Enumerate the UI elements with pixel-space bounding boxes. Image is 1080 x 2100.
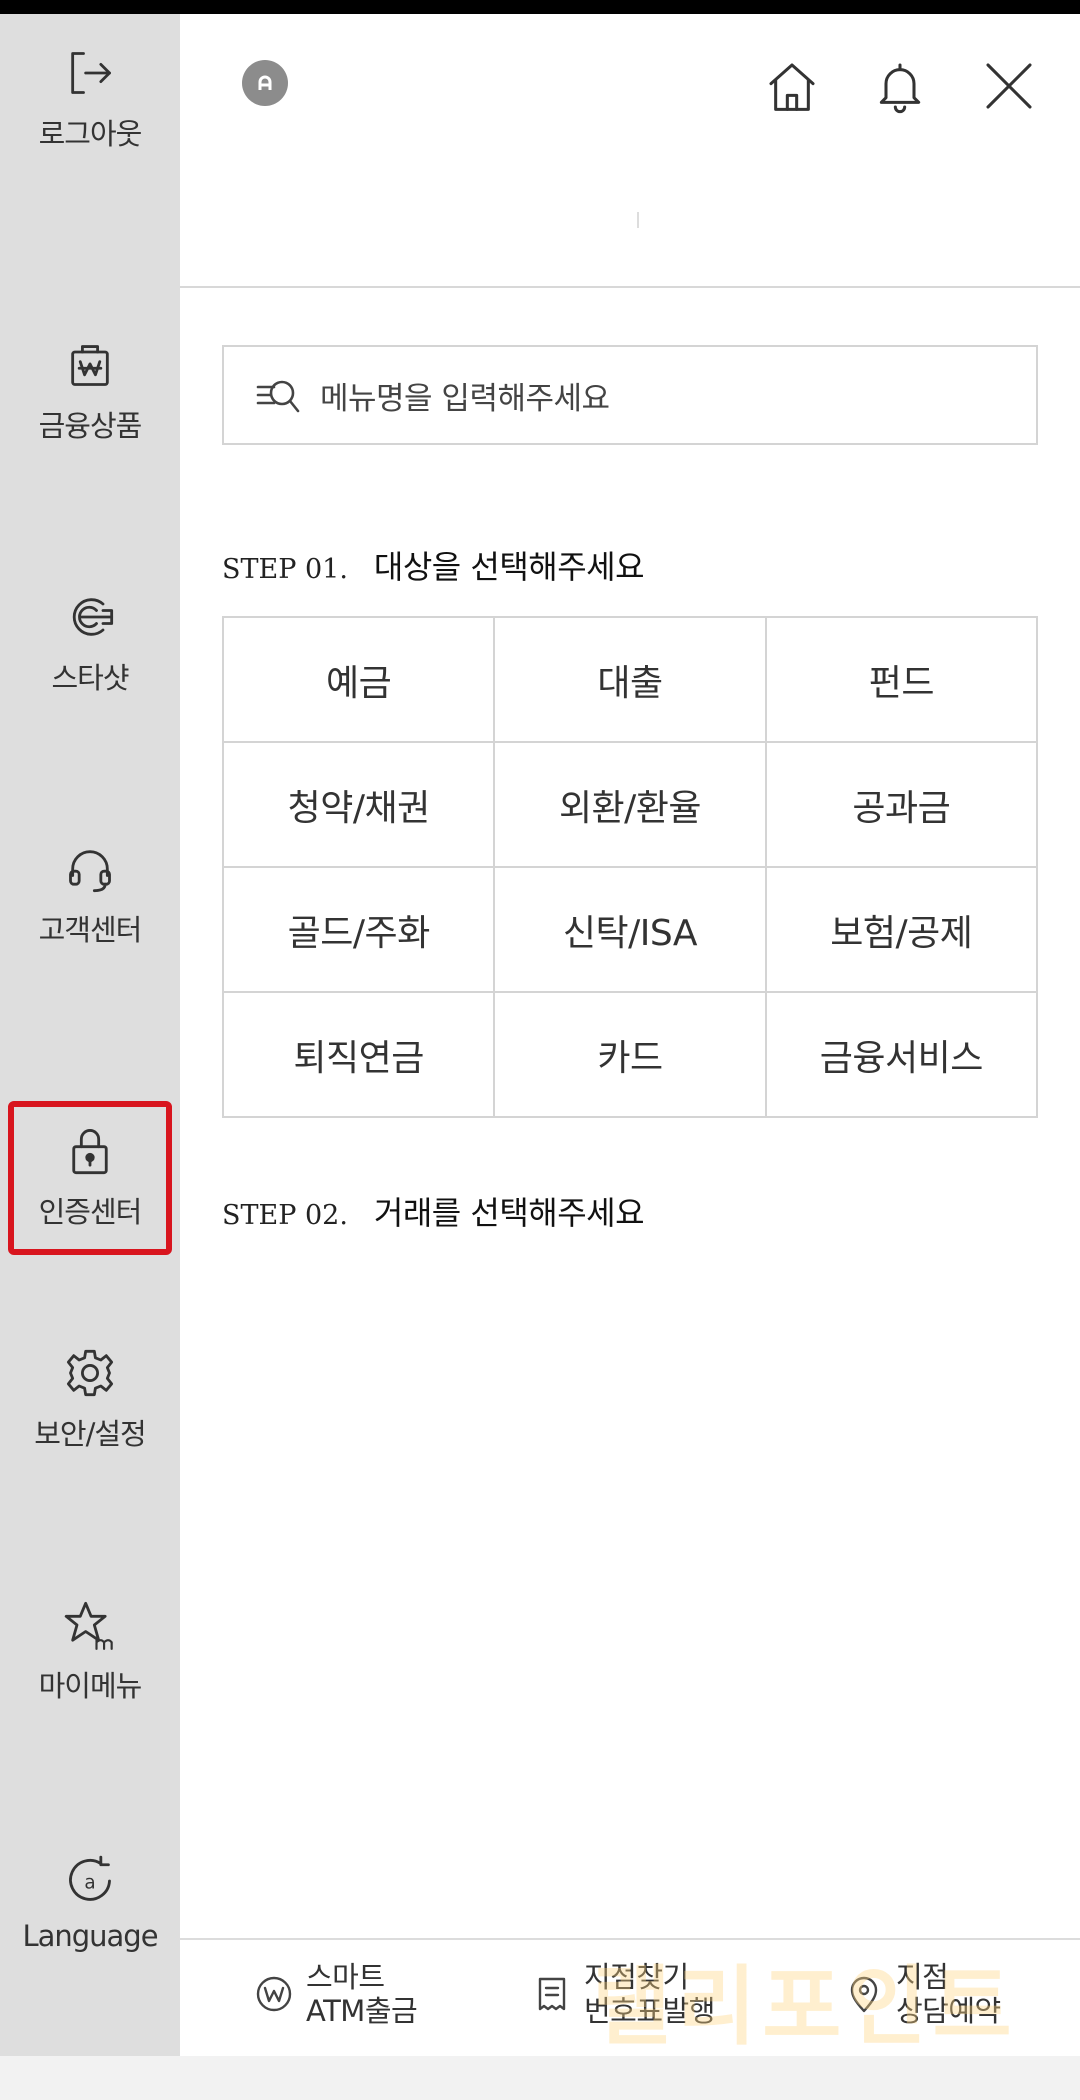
svg-text:a: a: [84, 1873, 95, 1894]
sidebar-item-label: 스타샷: [51, 661, 129, 695]
sidebar-item-auth-center[interactable]: 인증센터: [8, 1101, 172, 1255]
sidebar-item-finance-products[interactable]: 금융상품: [8, 317, 172, 467]
sidebar-item-security-settings[interactable]: 보안/설정: [8, 1325, 172, 1475]
notification-button[interactable]: [868, 54, 932, 118]
bottom-quick-menu: 스마트 ATM출금 지점찾기 번호표발행 지점 상담예약: [180, 1938, 1080, 2056]
gear-icon: [66, 1349, 114, 1397]
step1-heading: STEP 01. 대상을 선택해주세요: [222, 542, 645, 588]
menu-search-input[interactable]: 메뉴명을 입력해주세요: [222, 345, 1038, 445]
sidebar-item-logout[interactable]: 로그아웃: [8, 25, 172, 175]
sidebar-item-label: 보안/설정: [34, 1417, 146, 1451]
star-m-icon: [64, 1601, 113, 1650]
step2-heading: STEP 02. 거래를 선택해주세요: [222, 1188, 645, 1234]
sidebar-item-label: 로그아웃: [38, 117, 143, 151]
bell-icon: [879, 63, 921, 114]
step1-number: STEP 01.: [222, 554, 348, 585]
sidebar: 로그아웃 금융상품 스타샷 고객센터 인증센터 보안/설정 마이메뉴 a Lan…: [0, 14, 180, 2056]
category-card[interactable]: 카드: [495, 993, 767, 1118]
sidebar-item-label: 마이메뉴: [38, 1669, 143, 1703]
headset-icon: [69, 850, 111, 893]
smart-atm-line2: ATM출금: [306, 1994, 418, 2028]
step2-number: STEP 02.: [222, 1200, 348, 1231]
branch-ticket-line2: 번호표발행: [584, 1994, 715, 2028]
branch-consult-line2: 상담예약: [896, 1994, 1001, 2028]
finance-bag-icon: [71, 345, 109, 386]
system-navigation-bar: [0, 2056, 1080, 2100]
ticket-icon: [538, 1977, 566, 2011]
sidebar-item-label: 금융상품: [38, 409, 143, 443]
branch-consult-button[interactable]: 지점 상담예약: [844, 1960, 1001, 2028]
category-utility-bills[interactable]: 공과금: [766, 743, 1038, 868]
category-gold-coins[interactable]: 골드/주화: [224, 868, 496, 993]
lock-icon: [72, 1129, 108, 1175]
user-avatar-icon[interactable]: [242, 60, 288, 106]
close-icon: [986, 63, 1032, 109]
sidebar-item-label: 인증센터: [38, 1195, 143, 1229]
language-icon: a: [69, 1855, 111, 1901]
sidebar-item-label: 고객센터: [38, 913, 143, 947]
category-grid: 예금 대출 펀드 청약/채권 외환/환율 공과금 골드/주화 신탁/ISA 보험…: [222, 616, 1038, 1118]
close-button[interactable]: [977, 54, 1041, 118]
category-insurance[interactable]: 보험/공제: [766, 868, 1038, 993]
sidebar-item-my-menu[interactable]: 마이메뉴: [8, 1577, 172, 1727]
category-deposit[interactable]: 예금: [224, 618, 496, 743]
home-icon: [769, 63, 815, 111]
category-pension[interactable]: 퇴직연금: [224, 993, 496, 1118]
step1-title: 대상을 선택해주세요: [373, 548, 645, 586]
status-bar: [0, 0, 1080, 14]
sidebar-item-label: Language: [22, 1919, 158, 1953]
smart-atm-button[interactable]: 스마트 ATM출금: [254, 1960, 418, 2028]
won-coin-icon: [256, 1976, 292, 2012]
location-pin-icon: [850, 1976, 878, 2013]
home-button[interactable]: [760, 54, 824, 118]
category-financial-services[interactable]: 금융서비스: [766, 993, 1038, 1118]
category-trust-isa[interactable]: 신탁/ISA: [495, 868, 767, 993]
step2-title: 거래를 선택해주세요: [373, 1194, 645, 1232]
header: [180, 14, 1080, 288]
sidebar-item-language[interactable]: a Language: [8, 1829, 172, 1979]
sidebar-item-starshot[interactable]: 스타샷: [8, 569, 172, 719]
starshot-icon: [72, 598, 114, 636]
category-fund[interactable]: 펀드: [766, 618, 1038, 743]
category-fx-exchange[interactable]: 외환/환율: [495, 743, 767, 868]
logout-icon: [71, 52, 111, 94]
branch-ticket-button[interactable]: 지점찾기 번호표발행: [532, 1960, 715, 2028]
header-divider-dot: [637, 212, 639, 228]
menu-search-icon: [256, 380, 300, 413]
branch-consult-line1: 지점: [896, 1960, 949, 1994]
category-subscription-bond[interactable]: 청약/채권: [224, 743, 496, 868]
sidebar-item-customer-center[interactable]: 고객센터: [8, 821, 172, 971]
search-placeholder: 메뉴명을 입력해주세요: [320, 380, 610, 417]
smart-atm-line1: 스마트: [306, 1960, 385, 1994]
category-loan[interactable]: 대출: [495, 618, 767, 743]
branch-ticket-line1: 지점찾기: [584, 1960, 689, 1994]
